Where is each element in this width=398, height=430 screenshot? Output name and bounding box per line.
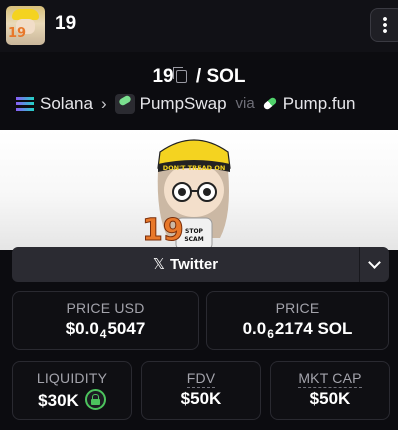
chain-dex[interactable]: PumpSwap — [140, 94, 227, 114]
chevron-right-icon: › — [100, 93, 107, 113]
pumpfun-icon — [262, 96, 278, 111]
market-cap-value: $50K — [309, 389, 351, 408]
pair-separator: / — [195, 66, 202, 87]
via-label: via — [235, 95, 255, 113]
more-vertical-icon — [383, 17, 387, 34]
more-menu-button[interactable] — [370, 8, 398, 42]
token-title: 19 — [55, 13, 77, 34]
price-usd-value: $0.045047 — [65, 319, 146, 341]
twitter-link-button[interactable]: 𝕏 Twitter — [12, 247, 359, 282]
fdv-label[interactable]: FDV — [142, 370, 260, 388]
chain-network[interactable]: Solana — [40, 94, 93, 114]
price-label: PRICE — [275, 300, 320, 316]
avatar-number: 19 — [8, 26, 27, 41]
shirt-text-2: SCAM — [184, 236, 203, 243]
x-twitter-icon: 𝕏 — [152, 255, 166, 273]
price-usd-label: PRICE USD — [66, 300, 145, 316]
price-value: 0.062174 SOL — [242, 319, 353, 341]
fdv-card: FDV $50K — [141, 361, 261, 420]
top-bar: 19 19 — [0, 0, 398, 52]
chain-breadcrumb: Solana › PumpSwap via Pump.fun — [16, 93, 356, 117]
shirt-text-1: STOP — [185, 228, 204, 235]
market-cap-card: MKT CAP $50K — [270, 361, 390, 420]
pumpswap-icon — [114, 93, 135, 114]
price-card: PRICE 0.062174 SOL — [206, 291, 389, 350]
liquidity-label: LIQUIDITY — [36, 370, 108, 386]
socials-expand-button[interactable] — [359, 247, 389, 282]
liquidity-card: LIQUIDITY $30K — [12, 361, 132, 420]
lock-icon[interactable] — [84, 389, 106, 410]
fdv-value: $50K — [180, 389, 222, 408]
pair-base: 19 — [152, 66, 174, 87]
mascot-number: 19 — [142, 213, 184, 248]
hat-text: DON'T TREAD ON — [163, 164, 226, 172]
liquidity-value: $30K — [13, 389, 131, 411]
token-banner: STOP SCAM DON'T TREAD ON 19 — [0, 130, 398, 250]
price-usd-card: PRICE USD $0.045047 — [12, 291, 199, 350]
mascot-image: STOP SCAM DON'T TREAD ON 19 — [142, 139, 231, 250]
market-cap-label[interactable]: MKT CAP — [271, 370, 389, 388]
token-avatar[interactable]: 19 — [6, 6, 45, 45]
pair-title: 19 / SOL — [0, 66, 398, 88]
solana-icon — [16, 96, 34, 111]
pair-quote: SOL — [206, 66, 246, 87]
chain-launchpad[interactable]: Pump.fun — [283, 94, 356, 114]
copy-icon[interactable] — [172, 67, 187, 83]
twitter-label: Twitter — [170, 256, 219, 273]
